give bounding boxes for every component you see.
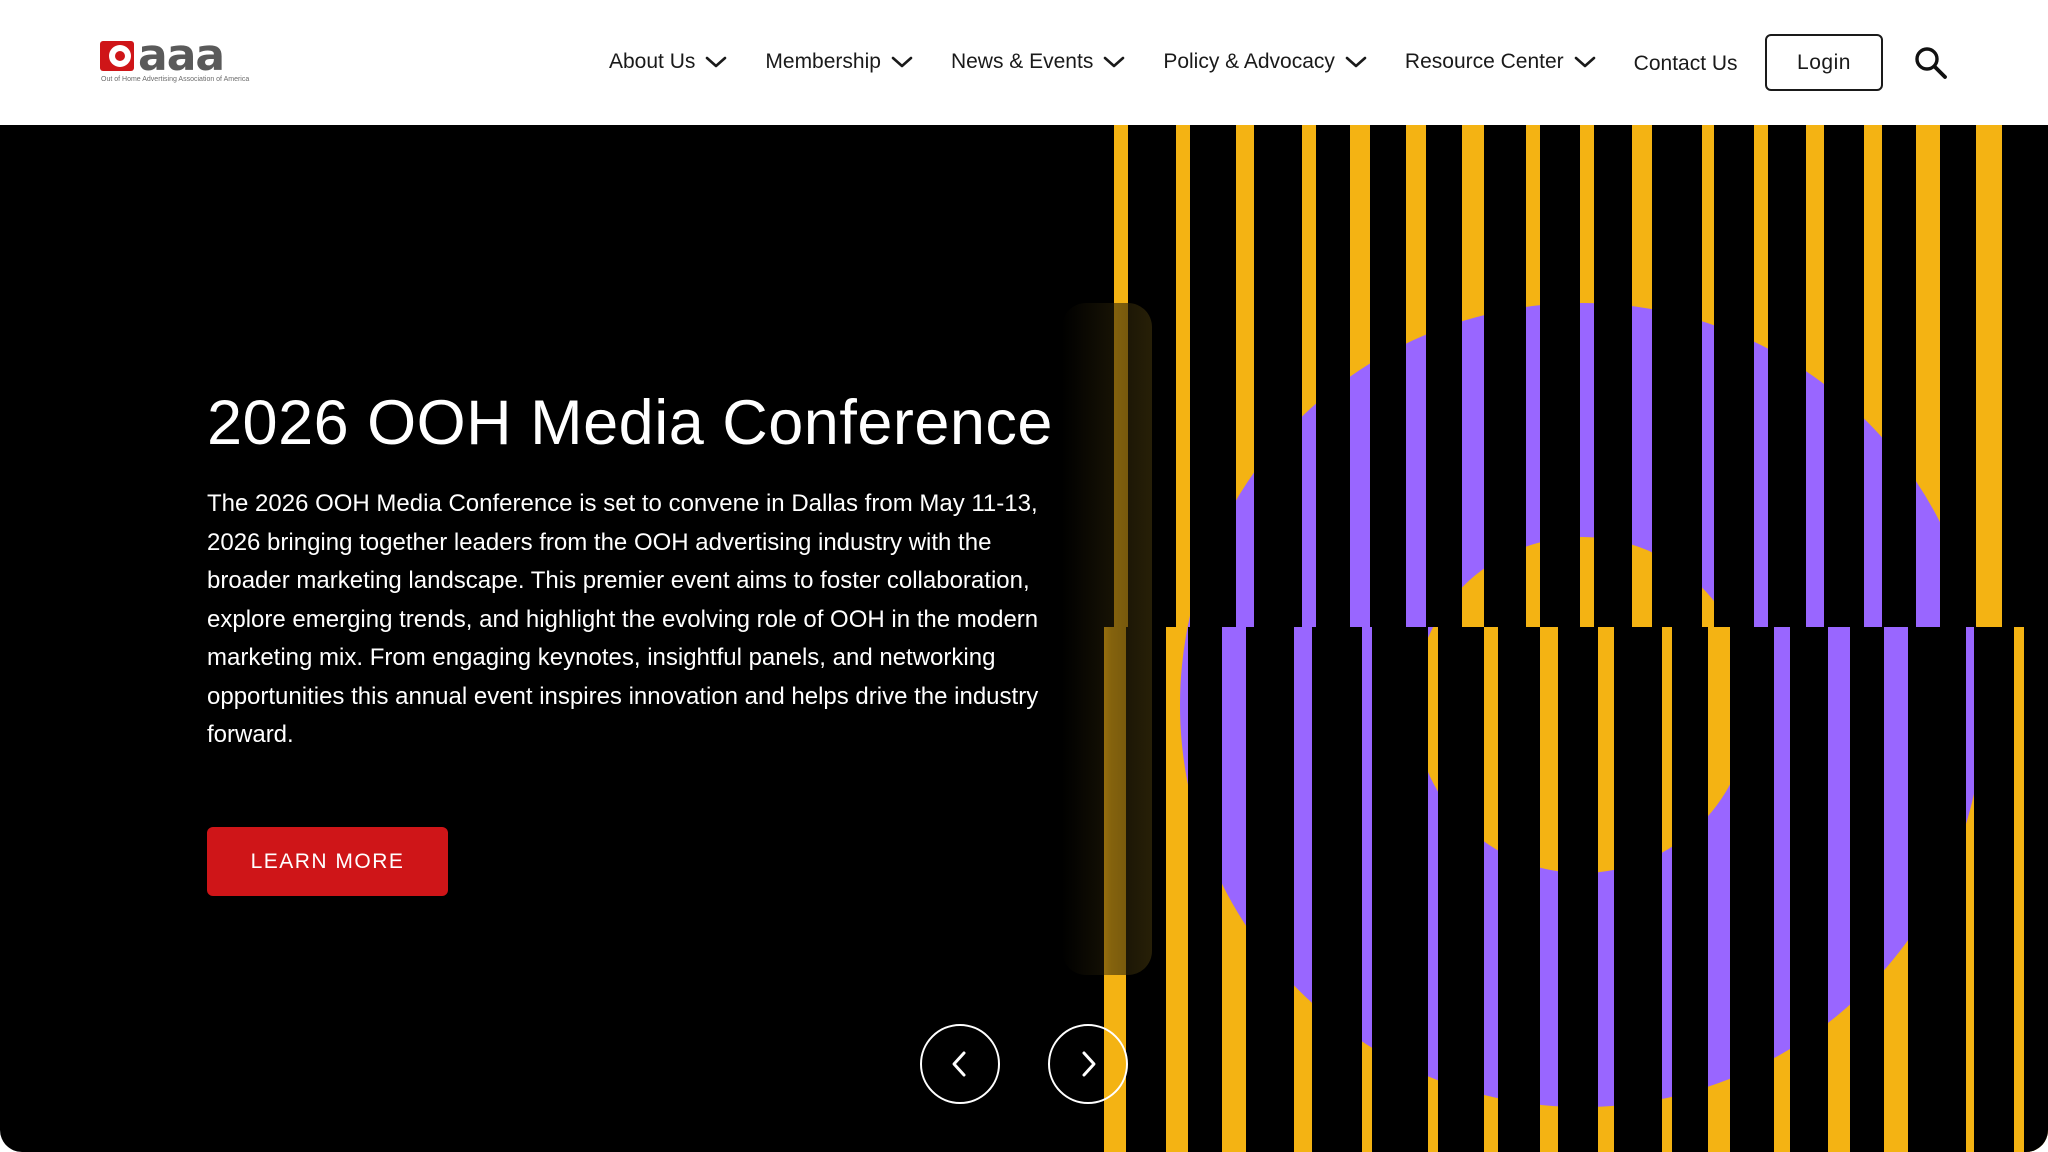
art-bar	[1768, 125, 1806, 627]
art-bar	[1370, 125, 1406, 627]
art-bar	[1850, 627, 1884, 1152]
art-bar	[1484, 125, 1526, 627]
nav-label: News & Events	[950, 50, 1094, 73]
art-bar	[1790, 627, 1828, 1152]
carousel-next-button[interactable]	[1048, 1024, 1128, 1104]
hero-banner: 2026 OOH Media Conference The 2026 OOH M…	[0, 125, 2048, 1152]
art-bar	[1540, 125, 1580, 627]
art-bar	[1438, 627, 1484, 1152]
nav-item-resource-center[interactable]: Resource Center	[1405, 50, 1596, 74]
art-bar	[1940, 125, 1976, 627]
nav-label: About Us	[609, 50, 696, 73]
chevron-down-icon	[891, 56, 913, 68]
hero-title: 2026 OOH Media Conference	[207, 388, 1053, 458]
main-nav: About Us Membership News & Events Policy…	[609, 47, 1738, 77]
art-bar	[1426, 125, 1462, 627]
art-bar	[1672, 627, 1708, 1152]
art-bar	[1316, 125, 1350, 627]
art-bar	[1974, 627, 2014, 1152]
chevron-down-icon	[1574, 56, 1595, 68]
logo-wordmark: aaa	[138, 38, 224, 74]
art-bar	[1908, 627, 1966, 1152]
art-bar	[1882, 125, 1916, 627]
hero-description: The 2026 OOH Media Conference is set to …	[207, 490, 1039, 748]
nav-label: Resource Center	[1404, 50, 1564, 73]
carousel-prev-button[interactable]	[920, 1024, 1000, 1104]
chevron-down-icon	[1104, 56, 1125, 68]
art-bar	[1312, 627, 1362, 1152]
art-bar	[1652, 125, 1702, 627]
chevron-right-icon	[1082, 1051, 1096, 1077]
nav-item-about-us[interactable]: About Us	[609, 50, 727, 74]
art-bar	[1254, 125, 1302, 627]
search-icon[interactable]	[1914, 46, 1948, 80]
art-bar	[1730, 627, 1774, 1152]
oaaa-logo-mark: aaa	[100, 38, 225, 74]
art-bar	[1824, 125, 1864, 627]
nav-label: Membership	[765, 50, 881, 73]
art-bar	[1498, 627, 1540, 1152]
oaaa-logo[interactable]: aaa Out of Home Advertising Association …	[100, 34, 262, 90]
art-bar	[2024, 627, 2048, 1152]
learn-more-button[interactable]: LEARN MORE	[207, 827, 448, 896]
chevron-left-icon	[952, 1051, 966, 1077]
nav-item-membership[interactable]: Membership	[765, 50, 913, 74]
art-bar	[1594, 125, 1632, 627]
login-button[interactable]: Login	[1765, 34, 1883, 91]
art-bar	[1558, 627, 1598, 1152]
nav-item-contact-us[interactable]: Contact Us	[1634, 52, 1738, 76]
nav-item-news-events[interactable]: News & Events	[951, 50, 1125, 74]
logo-tagline: Out of Home Advertising Association of A…	[101, 76, 250, 83]
chevron-down-icon	[706, 56, 727, 68]
art-bar	[1190, 125, 1236, 627]
art-bar	[2002, 125, 2048, 627]
art-bar	[1714, 125, 1754, 627]
art-bar	[1246, 627, 1294, 1152]
art-bar	[1372, 627, 1428, 1152]
chevron-down-icon	[1345, 56, 1367, 68]
nav-label: Policy & Advocacy	[1163, 50, 1335, 73]
nav-item-policy-advocacy[interactable]: Policy & Advocacy	[1163, 50, 1367, 74]
site-header: aaa Out of Home Advertising Association …	[0, 0, 2048, 125]
art-bar	[1188, 627, 1222, 1152]
art-bar	[1614, 627, 1662, 1152]
